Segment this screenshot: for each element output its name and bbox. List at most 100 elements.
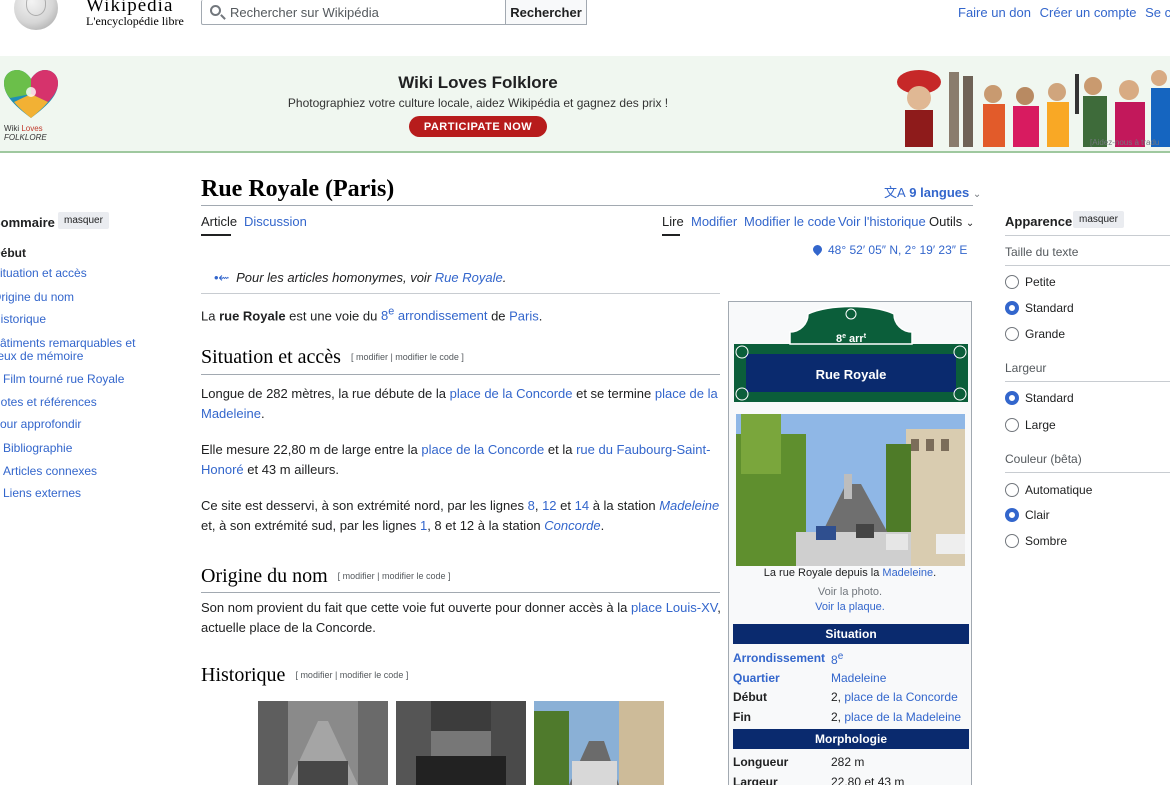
concorde-link[interactable]: place de la Concorde — [450, 386, 573, 401]
toc-item-origine[interactable]: Origine du nom — [0, 291, 160, 304]
infobox-quartier-value[interactable]: Madeleine — [831, 671, 886, 685]
infobox-arrondissement-label[interactable]: Arrondissement — [733, 651, 825, 665]
radio-text-size-large[interactable]: Grande — [1005, 327, 1065, 341]
appearance-divider — [1005, 381, 1170, 382]
radio-width-standard[interactable]: Standard — [1005, 391, 1074, 405]
tab-modifier[interactable]: Modifier — [691, 214, 737, 229]
voir-plaque-link[interactable]: Voir la plaque. — [729, 601, 971, 613]
toc-item-bibliographie[interactable]: Bibliographie — [3, 442, 171, 455]
tab-modifier-code[interactable]: Modifier le code — [744, 214, 836, 229]
infobox-largeur-value: 22,80 et 43 m — [831, 775, 905, 785]
tab-historique[interactable]: Voir l'historique — [838, 214, 926, 229]
disambiguation-arrow-icon: •⇜ — [214, 270, 230, 285]
section-heading-situation: Situation et accès[ modifier | modifier … — [201, 346, 464, 368]
modern-street-photo[interactable] — [534, 701, 664, 785]
infobox-largeur-label: Largeur — [733, 775, 778, 785]
toc-item-historique[interactable]: Historique — [0, 313, 160, 326]
appearance-divider — [1005, 235, 1170, 236]
line-8-link[interactable]: 8 — [528, 498, 535, 513]
radio-icon[interactable] — [1005, 327, 1019, 341]
toc-item-batiments[interactable]: Bâtiments remarquables et lieux de mémoi… — [0, 337, 160, 363]
street-plaque-image[interactable]: 8e arrt Rue Royale — [734, 302, 968, 407]
caption-madeleine-link[interactable]: Madeleine — [882, 567, 933, 579]
search-button[interactable]: Rechercher — [505, 0, 587, 25]
radio-checked-icon[interactable] — [1005, 391, 1019, 405]
hatnote-link[interactable]: Rue Royale — [435, 270, 503, 285]
plaque-arrondissement: 8e arrt — [836, 333, 867, 345]
tab-lire[interactable]: Lire — [662, 214, 684, 229]
coordinates-link[interactable]: 48° 52′ 05″ N, 2° 19′ 23″ E — [811, 243, 967, 257]
radio-color-dark[interactable]: Sombre — [1005, 534, 1067, 548]
section-edit-links[interactable]: [ modifier | modifier le code ] — [351, 352, 464, 362]
paragraph-situation-1: Longue de 282 mètres, la rue débute de l… — [201, 386, 718, 421]
tools-menu[interactable]: Outils ⌄ — [929, 214, 974, 229]
louis-xv-link[interactable]: place Louis-XV — [631, 600, 717, 615]
toc-item-situation[interactable]: Situation et accès — [0, 267, 160, 280]
appearance-title: Apparence — [1005, 214, 1073, 229]
donate-link[interactable]: Faire un don — [958, 5, 1031, 20]
section-divider — [201, 592, 720, 593]
tab-discussion[interactable]: Discussion — [244, 214, 307, 229]
appearance-hide-button[interactable]: masquer — [1073, 211, 1124, 228]
line-12-link[interactable]: 12 — [542, 498, 556, 513]
radio-icon[interactable] — [1005, 534, 1019, 548]
languages-button[interactable]: 文A 9 langues ⌄ — [884, 182, 981, 201]
infobox-morphologie-header: Morphologie — [733, 729, 969, 749]
radio-color-light[interactable]: Clair — [1005, 508, 1050, 522]
plaque-street-name: Rue Royale — [816, 367, 887, 382]
radio-checked-icon[interactable] — [1005, 301, 1019, 315]
radio-text-size-small[interactable]: Petite — [1005, 275, 1056, 289]
toc-item-debut[interactable]: Début — [0, 247, 160, 260]
tab-lire-underline — [662, 234, 680, 236]
infobox-arrondissement-value[interactable]: 8e — [831, 651, 843, 667]
appearance-divider — [1005, 265, 1170, 266]
madeleine-station-link[interactable]: Madeleine — [659, 498, 719, 513]
title-divider — [201, 205, 973, 206]
infobox-fin-value: 2, place de la Madeleine — [831, 710, 962, 724]
paris-link[interactable]: Paris — [509, 308, 539, 323]
chevron-down-icon: ⌄ — [972, 189, 982, 200]
radio-icon[interactable] — [1005, 418, 1019, 432]
infobox-debut-label: Début — [733, 690, 767, 704]
toc-item-articles-connexes[interactable]: Articles connexes — [3, 465, 171, 478]
participate-now-button[interactable]: PARTICIPATE NOW — [409, 116, 547, 137]
folklore-people-collage-image — [897, 62, 1170, 147]
photo-caption: La rue Royale depuis la Madeleine. — [763, 567, 937, 579]
banner-translate-help[interactable]: [Aidez-nous à tradu — [1090, 138, 1159, 147]
concorde-link[interactable]: place de la Concorde — [421, 442, 544, 457]
radio-color-auto[interactable]: Automatique — [1005, 483, 1092, 497]
radio-icon[interactable] — [1005, 483, 1019, 497]
toc-item-liens-externes[interactable]: Liens externes — [3, 487, 171, 500]
concorde-station-link[interactable]: Concorde — [544, 518, 600, 533]
appearance-divider — [1005, 472, 1170, 473]
search-box — [201, 0, 506, 25]
intro-paragraph: La rue Royale est une voie du 8e arrondi… — [201, 306, 543, 324]
translate-icon: 文A — [884, 185, 906, 200]
toc-hide-button[interactable]: masquer — [58, 212, 109, 229]
search-input[interactable] — [230, 3, 500, 21]
color-heading: Couleur (bêta) — [1005, 452, 1082, 466]
radio-icon[interactable] — [1005, 275, 1019, 289]
radio-text-size-standard[interactable]: Standard — [1005, 301, 1074, 315]
toc-item-approfondir[interactable]: Pour approfondir — [0, 418, 160, 431]
login-link[interactable]: Se conne — [1145, 5, 1170, 20]
historic-photo-1[interactable] — [258, 701, 388, 785]
section-edit-links[interactable]: [ modifier | modifier le code ] — [338, 571, 451, 581]
radio-checked-icon[interactable] — [1005, 508, 1019, 522]
tab-article[interactable]: Article — [201, 214, 237, 229]
section-edit-links[interactable]: [ modifier | modifier le code ] — [295, 670, 408, 680]
line-14-link[interactable]: 14 — [575, 498, 589, 513]
historic-photo-2[interactable] — [396, 701, 526, 785]
toc-item-notes[interactable]: Notes et références — [0, 396, 160, 409]
infobox-quartier-label[interactable]: Quartier — [733, 671, 780, 685]
toc-item-film[interactable]: Film tourné rue Royale — [3, 373, 171, 386]
create-account-link[interactable]: Créer un compte — [1040, 5, 1137, 20]
radio-width-large[interactable]: Large — [1005, 418, 1056, 432]
arrondissement-link[interactable]: 8e arrondissement — [381, 306, 487, 323]
rue-royale-photo[interactable] — [736, 414, 965, 566]
folklore-logo-text: Wiki Loves FOLKLORE — [4, 124, 47, 142]
text-size-heading: Taille du texte — [1005, 245, 1079, 259]
wikipedia-globe-logo[interactable] — [14, 0, 58, 30]
search-icon — [210, 5, 221, 16]
voir-photo-link[interactable]: Voir la photo. — [729, 586, 971, 598]
